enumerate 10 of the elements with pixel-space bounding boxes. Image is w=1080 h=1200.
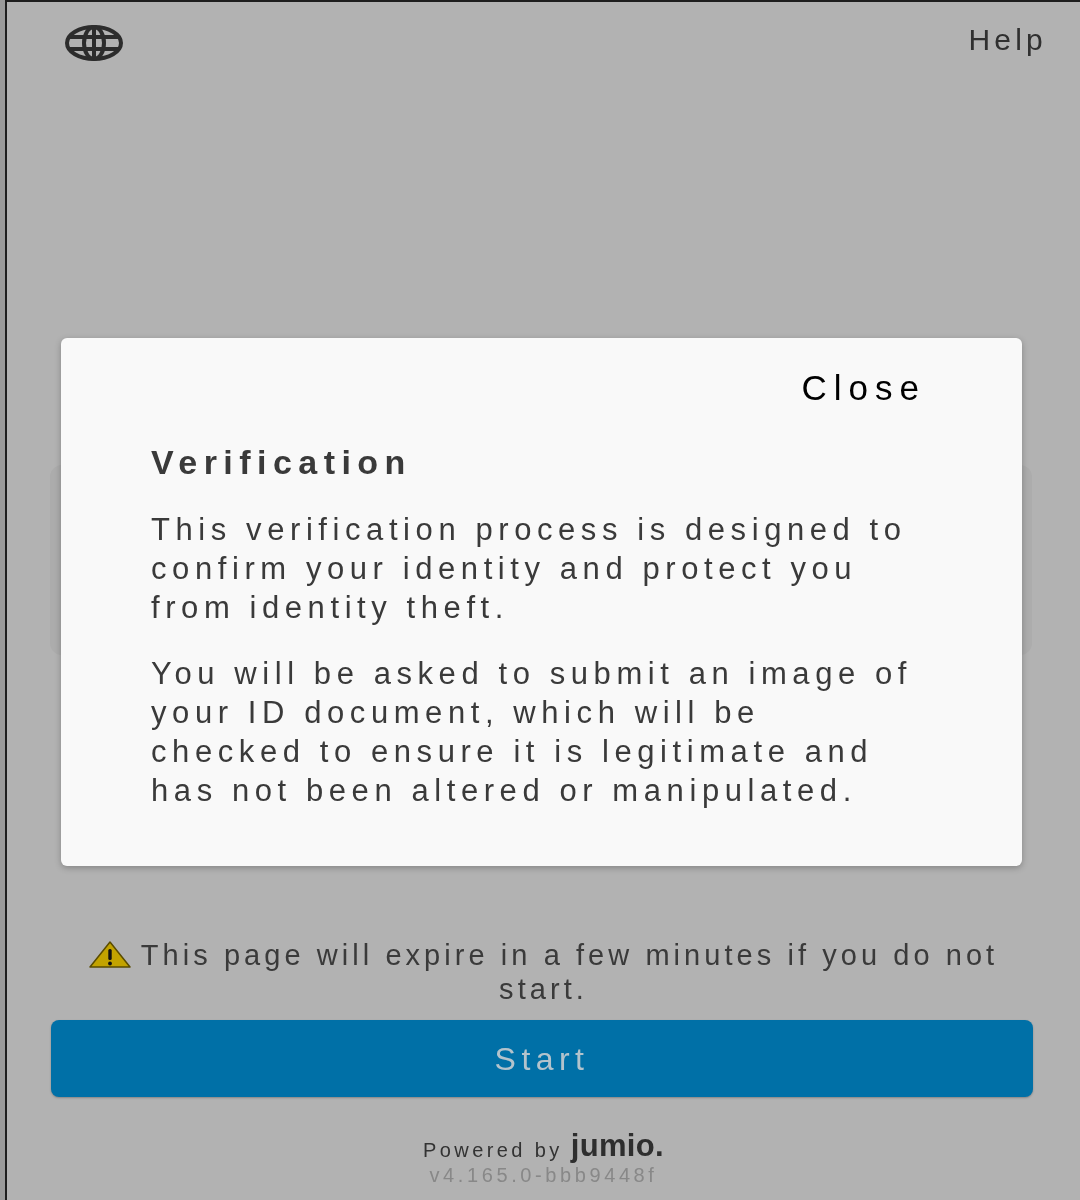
globe-icon[interactable] <box>65 25 123 61</box>
expiry-warning: This page will expire in a few minutes if you do not start. <box>140 939 999 1005</box>
warning-icon <box>88 941 131 968</box>
powered-by-text: Powered by <box>423 1138 563 1162</box>
help-link[interactable]: Help <box>968 22 1047 58</box>
close-button[interactable]: Close <box>801 367 926 409</box>
brand-logo: jumio. <box>570 1130 664 1162</box>
dialog-title: Verification <box>151 442 412 482</box>
dialog-paragraph: You will be asked to submit an image of your ID document, which will be checked to ensure it is legitimate and has not been altered or manipulated. <box>151 655 913 810</box>
dialog-paragraph: This verification process is designed to confirm your identity and protect you from identity theft. <box>151 511 908 627</box>
